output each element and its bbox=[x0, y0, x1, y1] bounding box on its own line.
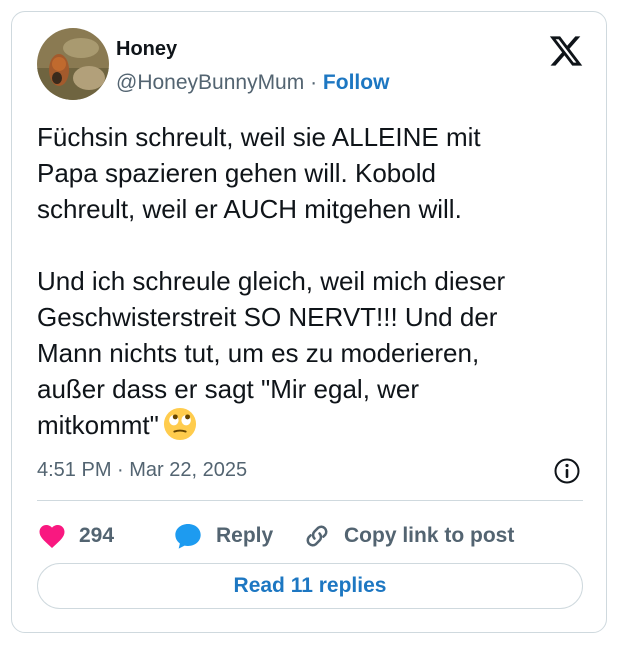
reply-button[interactable]: Reply bbox=[172, 517, 273, 555]
read-replies-button[interactable]: Read 11 replies bbox=[37, 563, 583, 609]
reply-label: Reply bbox=[216, 524, 274, 547]
heart-icon bbox=[39, 525, 65, 548]
timestamp[interactable]: 4:51 PM · Mar 22, 2025 bbox=[37, 459, 247, 482]
like-button[interactable]: 294 bbox=[37, 517, 114, 555]
tweet-text: Füchsin schreult, weil sie ALLEINE mit P… bbox=[37, 119, 597, 443]
avatar[interactable] bbox=[37, 28, 109, 100]
copy-link-label: Copy link to post bbox=[344, 524, 515, 547]
rolling-eyes-emoji bbox=[163, 407, 196, 441]
info-icon[interactable] bbox=[553, 457, 581, 485]
handle-line: @HoneyBunnyMum · Follow bbox=[116, 71, 389, 95]
handle[interactable]: @HoneyBunnyMum bbox=[116, 71, 304, 94]
reply-icon bbox=[175, 524, 201, 549]
display-name[interactable]: Honey bbox=[116, 38, 177, 61]
x-logo-icon[interactable] bbox=[548, 33, 584, 69]
action-bar: 294 Reply Copy link to post bbox=[37, 517, 583, 555]
link-icon bbox=[306, 525, 328, 547]
like-count: 294 bbox=[79, 524, 115, 547]
tweet-card: Honey @HoneyBunnyMum · Follow Füchsin sc… bbox=[11, 11, 607, 633]
copy-link-button[interactable]: Copy link to post bbox=[302, 517, 514, 555]
follow-button[interactable]: Follow bbox=[323, 71, 390, 94]
tweet-body: Füchsin schreult, weil sie ALLEINE mit P… bbox=[37, 122, 506, 440]
separator: · bbox=[310, 71, 318, 94]
divider bbox=[37, 500, 583, 501]
